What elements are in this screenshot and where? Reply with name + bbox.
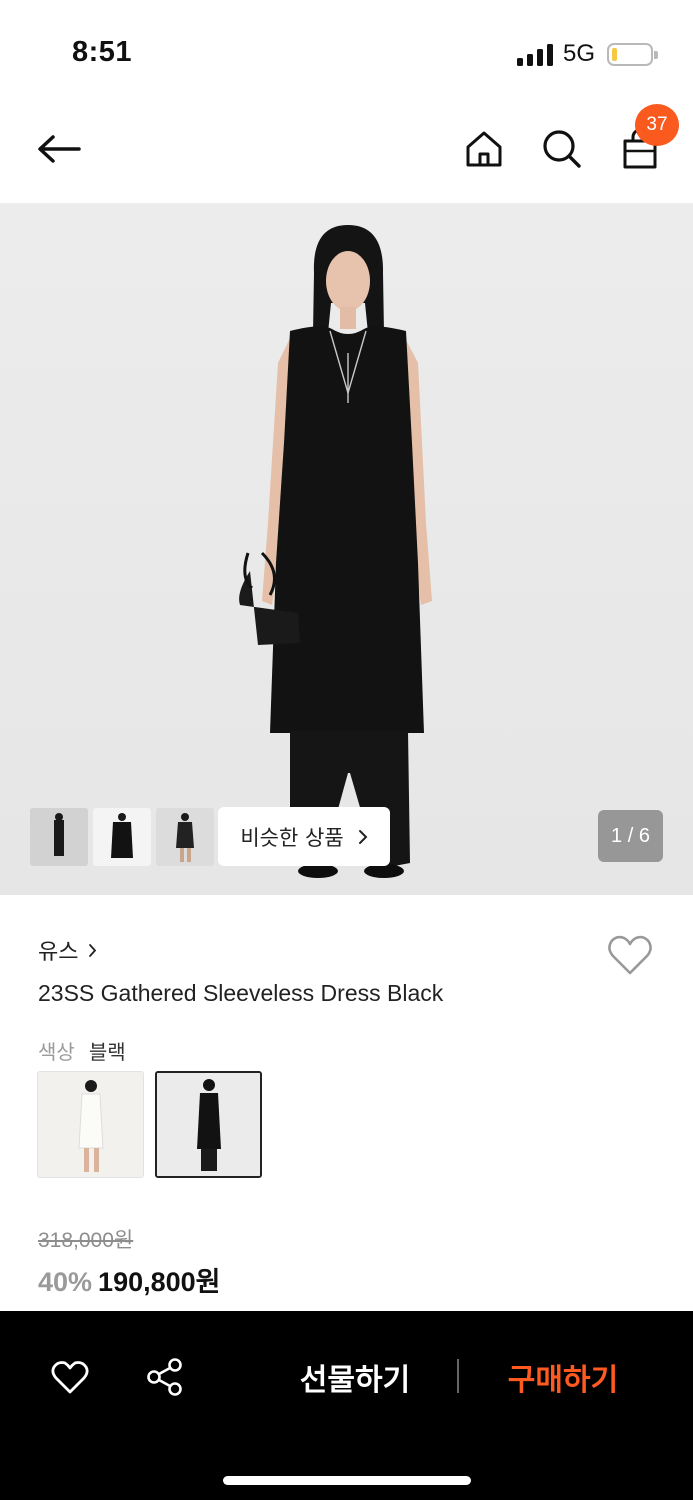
home-indicator[interactable] <box>223 1476 471 1485</box>
bottom-action-bar: 선물하기 구매하기 <box>0 1311 693 1500</box>
swatch-photo <box>38 1072 143 1177</box>
heart-icon <box>51 1361 89 1394</box>
signal-icon <box>517 44 555 66</box>
thumbnail-2[interactable] <box>93 808 151 866</box>
original-price: 318,000원 <box>38 1229 134 1252</box>
gift-button[interactable]: 선물하기 <box>280 1349 430 1405</box>
search-icon <box>543 130 581 168</box>
back-button[interactable] <box>30 124 88 174</box>
like-button[interactable] <box>44 1351 96 1403</box>
wishlist-button[interactable] <box>605 930 655 980</box>
status-bar: 8:51 5G <box>0 0 693 100</box>
nav-bar <box>0 100 693 203</box>
thumbnail-1[interactable] <box>30 808 88 866</box>
thumbnail-photo <box>30 808 88 866</box>
similar-products-label: 비슷한 상품 <box>240 825 344 850</box>
share-button[interactable] <box>139 1351 191 1403</box>
buy-button[interactable]: 구매하기 <box>488 1349 638 1405</box>
price-row: 40% 190,800원 <box>38 1260 221 1299</box>
thumbnail-photo <box>156 808 214 866</box>
color-option-ivory[interactable] <box>37 1071 144 1178</box>
heart-icon <box>608 935 652 975</box>
sale-price: 190,800원 <box>98 1267 221 1297</box>
home-icon <box>466 131 502 167</box>
battery-icon <box>607 43 658 66</box>
back-arrow-icon <box>38 135 81 163</box>
thumbnail-photo <box>93 808 151 866</box>
status-time: 8:51 <box>72 36 133 68</box>
color-row: 색상 블랙 <box>38 1036 126 1065</box>
chevron-right-icon <box>89 943 97 957</box>
product-photo <box>239 225 432 878</box>
thumbnail-3[interactable] <box>156 808 214 866</box>
share-icon <box>147 1358 182 1396</box>
color-option-black[interactable] <box>155 1071 262 1178</box>
chevron-right-icon <box>358 829 368 844</box>
cart-count-badge: 37 <box>635 104 679 146</box>
similar-products-button[interactable]: 비슷한 상품 <box>218 807 390 866</box>
search-button[interactable] <box>536 122 588 176</box>
brand-name: 유스 <box>38 940 79 965</box>
image-pager: 1 / 6 <box>598 810 663 862</box>
color-label: 색상 <box>38 1040 75 1064</box>
network-type: 5G <box>563 40 596 67</box>
brand-link[interactable]: 유스 <box>38 934 97 966</box>
divider <box>457 1359 459 1393</box>
product-image-carousel[interactable]: 비슷한 상품 1 / 6 <box>0 203 693 895</box>
home-button[interactable] <box>458 122 510 176</box>
color-value: 블랙 <box>88 1040 126 1064</box>
swatch-photo <box>157 1073 260 1176</box>
product-title: 23SS Gathered Sleeveless Dress Black <box>38 980 444 1006</box>
discount-rate: 40% <box>38 1267 93 1297</box>
